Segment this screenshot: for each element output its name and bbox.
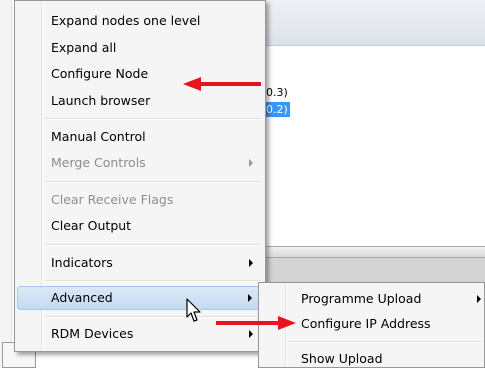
submenu-item-label: Show Upload [301,351,383,366]
menu-item-label: Indicators [51,255,113,270]
menu-item-indicators[interactable]: Indicators [17,251,263,275]
menu-separator [45,118,261,120]
menu-item-label: Clear Output [51,218,132,233]
menu-separator [45,244,261,246]
submenu-item-label: Programme Upload [301,291,422,306]
menu-item-label: Clear Receive Flags [51,192,174,207]
menu-item-manual-control[interactable]: Manual Control [17,125,263,149]
submenu-item-programme-upload[interactable]: Programme Upload [261,287,483,311]
submenu-arrow-icon [248,294,252,302]
submenu-arrow-icon [249,330,253,338]
menu-item-expand-nodes-one-level[interactable]: Expand nodes one level [17,9,263,33]
tree-node[interactable]: 0.3) [264,85,290,100]
red-arrow-annotation-icon [216,316,296,330]
menu-item-clear-receive-flags: Clear Receive Flags [17,188,263,212]
node-tree-view[interactable] [262,46,485,246]
menu-item-merge-controls: Merge Controls [17,151,263,175]
menu-item-advanced[interactable]: Advanced [17,286,263,310]
window-toolbar [262,0,485,46]
menu-item-clear-output[interactable]: Clear Output [17,214,263,238]
menu-item-launch-browser[interactable]: Launch browser [17,89,263,113]
window-left-edge [0,0,12,368]
menu-item-label: Merge Controls [51,155,146,170]
menu-item-label: Advanced [51,290,113,305]
menu-separator [45,280,261,282]
submenu-arrow-icon [249,159,253,167]
submenu-separator [289,341,481,343]
submenu-arrow-icon [249,259,253,267]
submenu-item-show-upload[interactable]: Show Upload [261,347,483,368]
menu-item-label: Expand nodes one level [51,13,201,28]
menu-item-label: Manual Control [51,129,146,144]
mouse-cursor-icon [186,298,201,322]
submenu-item-label: Configure IP Address [301,316,431,331]
menu-separator [45,181,261,183]
menu-item-label: Configure Node [51,66,149,81]
tree-node-selected[interactable]: 0.2) [264,102,290,117]
splitter-bar[interactable] [262,246,485,258]
menu-item-label: Expand all [51,40,117,55]
menu-item-expand-all[interactable]: Expand all [17,36,263,60]
menu-item-label: RDM Devices [51,326,134,341]
submenu-arrow-icon [477,295,481,303]
red-arrow-annotation-icon [183,77,261,91]
context-menu: Expand nodes one level Expand all Config… [14,0,266,352]
menu-item-label: Launch browser [51,93,151,108]
